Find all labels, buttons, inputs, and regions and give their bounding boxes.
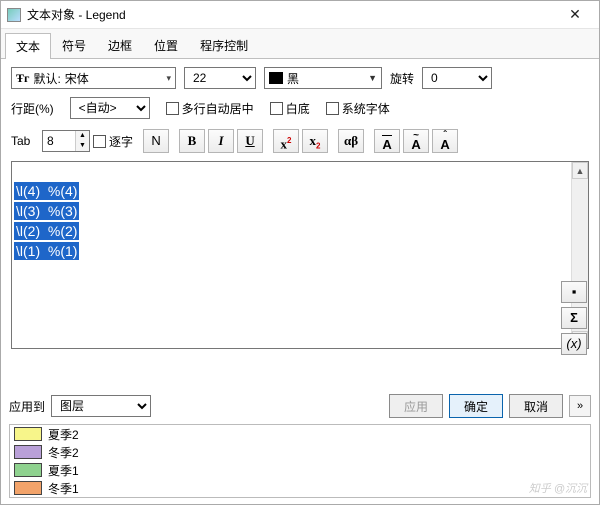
hat-button[interactable]: ˆA (432, 129, 458, 153)
editor-line: \l(1) %(1) (14, 242, 79, 260)
apply-to-label: 应用到 (9, 398, 45, 415)
chevron-down-icon: ▼ (368, 73, 377, 83)
dialog-buttons-row: 应用到 图层 应用 确定 取消 » (1, 390, 599, 424)
expand-button[interactable]: » (569, 395, 591, 417)
ok-button[interactable]: 确定 (449, 394, 503, 418)
tab-position[interactable]: 位置 (143, 32, 189, 58)
legend-item[interactable]: 夏季2 (10, 425, 590, 443)
text-editor-wrap: \l(4) %(4) \l(3) %(3) \l(2) %(2) \l(1) %… (11, 161, 589, 349)
sigma-button[interactable]: Σ (561, 307, 587, 329)
font-name: 宋体 (65, 70, 89, 87)
normal-button[interactable]: N (143, 129, 169, 153)
tab-text[interactable]: 文本 (5, 33, 51, 59)
rotate-label: 旋转 (390, 70, 414, 87)
legend-name: 冬季1 (48, 480, 79, 497)
superscript-button[interactable]: x2 (273, 129, 299, 153)
font-size-combo[interactable]: 22 (184, 67, 256, 89)
legend-name: 夏季2 (48, 426, 79, 443)
tab-symbol[interactable]: 符号 (51, 32, 97, 58)
checkbox-icon (270, 102, 283, 115)
checkbox-icon (93, 135, 106, 148)
font-row: Ŧг 默认: 宋体 ▾ 22 黑 ▼ 旋转 0 (11, 67, 589, 89)
legend-name: 冬季2 (48, 444, 79, 461)
editor-line: \l(3) %(3) (14, 202, 79, 220)
truetype-icon: Ŧг (16, 71, 29, 86)
format-toolbar: Tab ▲▼ 逐字 N B I U x2 x2 αβ —A ~A ˆA (11, 129, 589, 153)
color-swatch (269, 72, 283, 84)
legend-item[interactable]: 夏季1 (10, 461, 590, 479)
legend-name: 夏季1 (48, 462, 79, 479)
italic-button[interactable]: I (208, 129, 234, 153)
checkbox-icon (166, 102, 179, 115)
subscript-button[interactable]: x2 (302, 129, 328, 153)
checkbox-icon (326, 102, 339, 115)
tab-programming[interactable]: 程序控制 (189, 32, 259, 58)
tilde-button[interactable]: ~A (403, 129, 429, 153)
editor-line: \l(4) %(4) (14, 182, 79, 200)
close-button[interactable]: ✕ (555, 2, 595, 28)
text-editor[interactable]: \l(4) %(4) \l(3) %(3) \l(2) %(2) \l(1) %… (12, 162, 571, 348)
font-prefix: 默认: (33, 70, 60, 87)
legend-swatch (14, 445, 42, 459)
scroll-up-icon[interactable]: ▲ (572, 162, 588, 179)
legend-item[interactable]: 冬季1 (10, 479, 590, 497)
editor-line: \l(2) %(2) (14, 222, 79, 240)
app-icon (7, 8, 21, 22)
color-label: 黑 (287, 70, 299, 87)
tab-strip: 文本 符号 边框 位置 程序控制 (1, 29, 599, 59)
underline-button[interactable]: U (237, 129, 263, 153)
tab-size-input[interactable] (43, 131, 75, 151)
legend-item[interactable]: 冬季2 (10, 443, 590, 461)
legend-preview: 夏季2 冬季2 夏季1 冬季1 (9, 424, 591, 498)
linespacing-label: 行距(%) (11, 100, 54, 117)
bold-button[interactable]: B (179, 129, 205, 153)
verbatim-checkbox[interactable]: 逐字 (93, 133, 133, 150)
tab-label: Tab (11, 134, 39, 148)
tab-content: Ŧг 默认: 宋体 ▾ 22 黑 ▼ 旋转 0 行距(%) <自动> (1, 59, 599, 390)
white-bg-checkbox[interactable]: 白底 (270, 100, 310, 117)
system-font-checkbox[interactable]: 系统字体 (326, 100, 390, 117)
titlebar: 文本对象 - Legend ✕ (1, 1, 599, 29)
font-combo[interactable]: Ŧг 默认: 宋体 ▾ (11, 67, 176, 89)
legend-swatch (14, 481, 42, 495)
symbol-button[interactable]: ▪ (561, 281, 587, 303)
variable-button[interactable]: (x) (561, 333, 587, 355)
multiline-center-checkbox[interactable]: 多行自动居中 (166, 100, 254, 117)
spacing-row: 行距(%) <自动> 多行自动居中 白底 系统字体 (11, 97, 589, 119)
apply-button[interactable]: 应用 (389, 394, 443, 418)
legend-swatch (14, 427, 42, 441)
chevron-down-icon: ▾ (166, 73, 171, 84)
cancel-button[interactable]: 取消 (509, 394, 563, 418)
legend-swatch (14, 463, 42, 477)
side-toolbar: ▪ Σ (x) (561, 281, 587, 355)
overline-button[interactable]: —A (374, 129, 400, 153)
rotate-combo[interactable]: 0 (422, 67, 492, 89)
tab-size-stepper[interactable]: ▲▼ (42, 130, 90, 152)
greek-button[interactable]: αβ (338, 129, 364, 153)
spinner-icon[interactable]: ▲▼ (75, 131, 89, 151)
window-title: 文本对象 - Legend (27, 6, 555, 23)
apply-to-combo[interactable]: 图层 (51, 395, 151, 417)
linespacing-combo[interactable]: <自动> (70, 97, 150, 119)
tab-border[interactable]: 边框 (97, 32, 143, 58)
text-object-dialog: 文本对象 - Legend ✕ 文本 符号 边框 位置 程序控制 Ŧг 默认: … (0, 0, 600, 505)
color-combo[interactable]: 黑 ▼ (264, 67, 382, 89)
